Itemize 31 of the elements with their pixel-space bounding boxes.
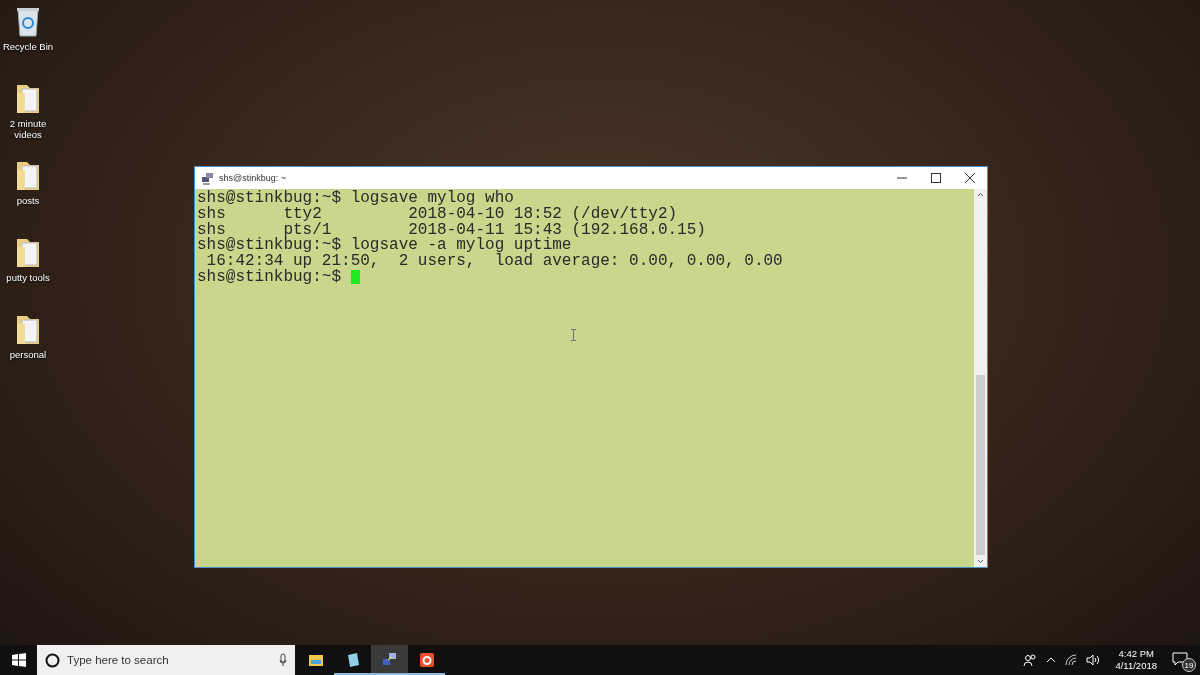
terminal-line: shs@stinkbug:~$ logsave -a mylog uptime <box>197 238 572 255</box>
desktop-icon-label[interactable]: personal <box>9 349 47 360</box>
search-field[interactable]: Type here to search <box>37 645 295 675</box>
chevron-up-icon[interactable] <box>1046 657 1057 663</box>
terminal-line: 16:42:34 up 21:50, 2 users, load average: 0.00, 0.00, 0.00 <box>206 254 783 270</box>
desktop-icon-label[interactable]: Recycle Bin <box>2 41 54 52</box>
circle-icon[interactable] <box>45 652 60 668</box>
network-computers-icon <box>381 652 398 668</box>
windows-logo-icon <box>11 653 26 667</box>
search-input[interactable]: Type here to search <box>67 654 272 666</box>
desktop-icon-label[interactable]: 2 minute videos <box>0 118 56 140</box>
block-cursor <box>350 270 360 284</box>
clock[interactable]: 4:42 PM 4/11/2018 <box>1115 648 1157 672</box>
desktop-icon-label[interactable]: posts <box>16 195 40 206</box>
text-cursor-icon <box>571 329 576 341</box>
folder-icon <box>307 652 324 668</box>
desktop-icon-label[interactable]: putty tools <box>6 272 50 283</box>
wifi-icon[interactable] <box>1065 654 1078 666</box>
network-computers-icon[interactable] <box>201 171 214 185</box>
scrollbar[interactable] <box>974 189 987 567</box>
minimize-icon <box>897 177 907 179</box>
volume-icon[interactable] <box>1086 654 1101 666</box>
people-icon[interactable] <box>1023 653 1038 667</box>
camera-icon <box>418 652 435 668</box>
window-title: shs@stinkbug: ~ <box>219 173 287 183</box>
maximize-icon <box>931 173 941 183</box>
terminal-line: shs@stinkbug:~$ logsave mylog who <box>197 191 514 207</box>
microphone-icon[interactable] <box>279 653 287 667</box>
close-icon <box>965 173 975 183</box>
scrollbar-thumb[interactable] <box>976 375 985 555</box>
terminal-line: shs@stinkbug:~$ <box>197 270 342 286</box>
